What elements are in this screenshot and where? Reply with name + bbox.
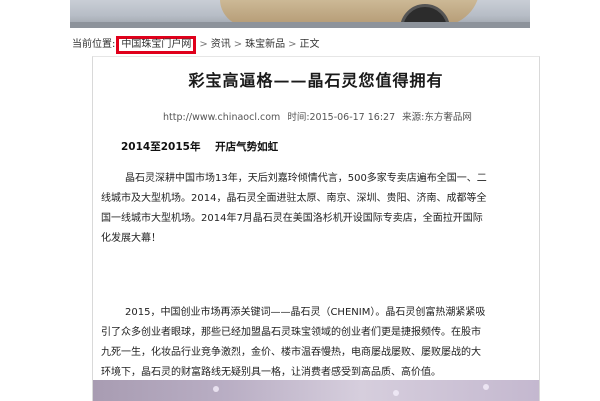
section-heading: 2014至2015年 开店气势如虹 [121, 141, 279, 153]
article-url[interactable]: http://www.chinaocl.com [163, 112, 280, 123]
banner-floor [70, 22, 530, 28]
paragraph-line: 引了众多创业者眼球，那些已经加盟晶石灵珠宝领域的创业者们更是捷报频传。在股市 [101, 327, 481, 338]
breadcrumb-link-jewelry-new[interactable]: 珠宝新品 [245, 39, 285, 50]
time-label: 时间: [287, 112, 310, 123]
breadcrumb: 当前位置: 中国珠宝门户网 > 资讯 > 珠宝新品 > 正文 [72, 36, 320, 54]
article-container: 彩宝高逼格——晶石灵您值得拥有 http://www.chinaocl.com … [92, 56, 540, 401]
paragraph-line: 晶石灵深耕中国市场13年，天后刘嘉玲倾情代言，500多家专卖店遍布全国一、二 [125, 173, 487, 184]
article-image [93, 380, 539, 401]
paragraph-line: 化发展大幕！ [101, 233, 161, 244]
breadcrumb-current: 正文 [299, 39, 320, 50]
breadcrumb-link-home[interactable]: 中国珠宝门户网 [116, 36, 197, 54]
breadcrumb-separator: > [233, 39, 243, 50]
article-title: 彩宝高逼格——晶石灵您值得拥有 [188, 71, 444, 90]
sparkle-decoration [213, 386, 219, 392]
breadcrumb-prefix: 当前位置: [72, 39, 116, 50]
paragraph-2: 2015，中国创业市场再添关键词——晶石灵（CHENIM）。晶石灵创富热潮紧紧吸… [93, 303, 557, 383]
header-banner-image[interactable] [70, 0, 530, 28]
paragraph-line: 国一线城市大型机场。2014年7月晶石灵在美国洛杉机开设国际专卖店，全面拉开国际 [101, 213, 483, 224]
article-meta: http://www.chinaocl.com 时间:2015-06-17 16… [163, 109, 533, 123]
breadcrumb-separator: > [288, 39, 297, 50]
paragraph-line: 2015，中国创业市场再添关键词——晶石灵（CHENIM）。晶石灵创富热潮紧紧吸 [125, 307, 486, 318]
source-label: 来源: [402, 112, 425, 123]
paragraph-line: 九死一生，化妆品行业竞争激烈，金价、楼市温吞慢热，电商屡战屡败、屡败屡战的大 [101, 347, 481, 358]
sparkle-decoration [393, 390, 399, 396]
breadcrumb-link-news[interactable]: 资讯 [211, 39, 231, 50]
paragraph-1: 晶石灵深耕中国市场13年，天后刘嘉玲倾情代言，500多家专卖店遍布全国一、二 线… [93, 169, 557, 249]
article-time: 2015-06-17 16:27 [309, 112, 396, 123]
article-source[interactable]: 东方奢品网 [424, 112, 472, 123]
sparkle-decoration [483, 384, 489, 390]
breadcrumb-separator: > [199, 39, 208, 50]
paragraph-line: 线城市及大型机场。2014，晶石灵全面进驻太原、南京、深圳、贵阳、济南、成都等全 [101, 193, 487, 204]
